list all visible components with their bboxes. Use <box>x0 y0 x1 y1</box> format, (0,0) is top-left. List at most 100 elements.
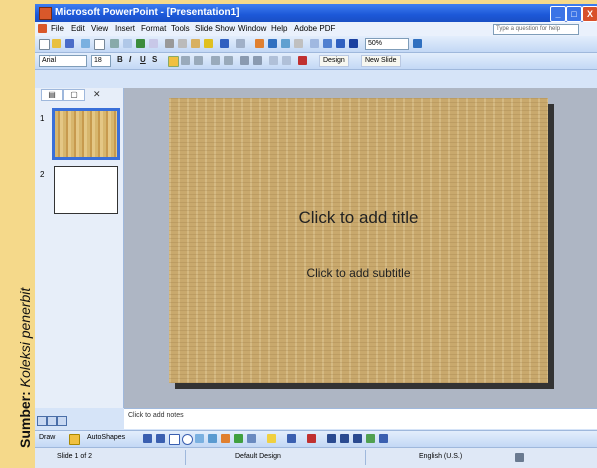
help-icon[interactable] <box>413 39 422 48</box>
menu-adobe-pdf[interactable]: Adobe PDF <box>294 24 335 33</box>
3d-style-icon[interactable] <box>379 434 388 443</box>
insert-picture-icon[interactable] <box>247 434 256 443</box>
autoshapes-menu-button[interactable]: AutoShapes <box>87 434 125 441</box>
document-icon[interactable] <box>38 24 47 33</box>
slide-sorter-view-icon[interactable] <box>47 416 57 426</box>
print-preview-icon[interactable] <box>123 39 132 48</box>
new-icon[interactable] <box>39 39 50 50</box>
line-style-icon[interactable] <box>327 434 336 443</box>
arrow-style-icon[interactable] <box>353 434 362 443</box>
title-placeholder[interactable]: Click to add title <box>169 208 548 228</box>
subtitle-placeholder[interactable]: Click to add subtitle <box>169 266 548 280</box>
spelling-status-icon[interactable] <box>515 453 524 462</box>
numbering-icon[interactable] <box>211 56 220 65</box>
bold-button[interactable]: B <box>117 55 123 64</box>
notes-placeholder: Click to add notes <box>128 412 184 419</box>
font-select[interactable]: Arial <box>39 55 87 67</box>
show-formatting-icon[interactable] <box>323 39 332 48</box>
minimize-button[interactable]: _ <box>550 6 566 22</box>
fill-color-icon[interactable] <box>267 434 276 443</box>
copy-icon[interactable] <box>178 39 187 48</box>
menu-tools[interactable]: Tools <box>171 24 190 33</box>
menu-slide-show[interactable]: Slide Show <box>195 24 235 33</box>
new-slide-button[interactable]: New Slide <box>361 55 401 67</box>
title-bar: Microsoft PowerPoint - [Presentation1] _… <box>35 4 597 22</box>
design-button[interactable]: Design <box>319 55 349 67</box>
current-slide[interactable]: Click to add title Click to add subtitle <box>169 98 548 383</box>
menu-bar: File Edit View Insert Format Tools Slide… <box>35 22 597 36</box>
status-slide-position: Slide 1 of 2 <box>57 453 93 460</box>
shadow-button[interactable]: S <box>152 55 157 64</box>
underline-button[interactable]: U <box>140 55 146 64</box>
align-right-icon[interactable] <box>194 56 203 65</box>
powerpoint-app-icon[interactable] <box>39 7 52 20</box>
cut-icon[interactable] <box>165 39 174 48</box>
menu-help[interactable]: Help <box>271 24 287 33</box>
align-left-icon[interactable] <box>168 56 179 67</box>
font-color-icon[interactable] <box>298 56 307 65</box>
dash-style-icon[interactable] <box>340 434 349 443</box>
decrease-font-icon[interactable] <box>253 56 262 65</box>
format-painter-icon[interactable] <box>204 39 213 48</box>
menu-window[interactable]: Window <box>238 24 266 33</box>
undo-icon[interactable] <box>220 39 229 48</box>
arrow-icon[interactable] <box>156 434 165 443</box>
zoom-select[interactable]: 50% <box>365 38 409 50</box>
tab-outline[interactable]: ▤ <box>41 89 63 101</box>
drawing-font-color-icon[interactable] <box>307 434 316 443</box>
print-icon[interactable] <box>110 39 119 48</box>
menu-file[interactable]: File <box>51 24 64 33</box>
source-caption-label: Sumber: <box>17 391 33 448</box>
paste-icon[interactable] <box>191 39 200 48</box>
diagram-icon[interactable] <box>221 434 230 443</box>
increase-indent-icon[interactable] <box>282 56 291 65</box>
research-icon[interactable] <box>149 39 158 48</box>
font-size-select[interactable]: 18 <box>91 55 111 67</box>
bullets-icon[interactable] <box>224 56 233 65</box>
oval-icon[interactable] <box>182 434 193 445</box>
insert-hyperlink-icon[interactable] <box>294 39 303 48</box>
wordart-icon[interactable] <box>208 434 217 443</box>
italic-button[interactable]: I <box>129 55 131 64</box>
close-button[interactable]: X <box>582 6 597 22</box>
menu-edit[interactable]: Edit <box>71 24 85 33</box>
clip-art-icon[interactable] <box>234 434 243 443</box>
menu-insert[interactable]: Insert <box>115 24 135 33</box>
line-icon[interactable] <box>143 434 152 443</box>
pane-close-icon[interactable]: ✕ <box>93 89 101 100</box>
email-icon[interactable] <box>94 39 105 50</box>
maximize-button[interactable]: □ <box>566 6 582 22</box>
rectangle-icon[interactable] <box>169 434 180 445</box>
slide-show-view-icon[interactable] <box>57 416 67 426</box>
menu-view[interactable]: View <box>91 24 108 33</box>
select-objects-icon[interactable] <box>69 434 80 445</box>
open-icon[interactable] <box>52 39 61 48</box>
color-grayscale-icon[interactable] <box>349 39 358 48</box>
tab-slides[interactable]: ▢ <box>63 89 85 101</box>
slide-thumbnail-1[interactable] <box>52 108 120 160</box>
formatting-toolbar: Arial 18 B I U S Design New Slide <box>35 53 597 70</box>
draw-menu-button[interactable]: Draw <box>39 434 55 441</box>
redo-icon[interactable] <box>236 39 245 48</box>
spelling-icon[interactable] <box>136 39 145 48</box>
permission-icon[interactable] <box>81 39 90 48</box>
shadow-style-icon[interactable] <box>366 434 375 443</box>
slide-thumbnail-2[interactable] <box>54 166 118 214</box>
insert-table-icon[interactable] <box>268 39 277 48</box>
powerpoint-window: Microsoft PowerPoint - [Presentation1] _… <box>35 4 597 468</box>
decrease-indent-icon[interactable] <box>269 56 278 65</box>
menu-format[interactable]: Format <box>141 24 166 33</box>
normal-view-icon[interactable] <box>37 416 47 426</box>
align-center-icon[interactable] <box>181 56 190 65</box>
expand-all-icon[interactable] <box>310 39 319 48</box>
help-search-input[interactable]: Type a question for help <box>493 24 579 35</box>
insert-chart-icon[interactable] <box>255 39 264 48</box>
line-color-icon[interactable] <box>287 434 296 443</box>
save-icon[interactable] <box>65 39 74 48</box>
tables-borders-icon[interactable] <box>281 39 290 48</box>
grid-icon[interactable] <box>336 39 345 48</box>
notes-pane[interactable]: Click to add notes <box>124 408 597 429</box>
increase-font-icon[interactable] <box>240 56 249 65</box>
text-box-icon[interactable] <box>195 434 204 443</box>
window-title: Microsoft PowerPoint - [Presentation1] <box>55 7 240 18</box>
